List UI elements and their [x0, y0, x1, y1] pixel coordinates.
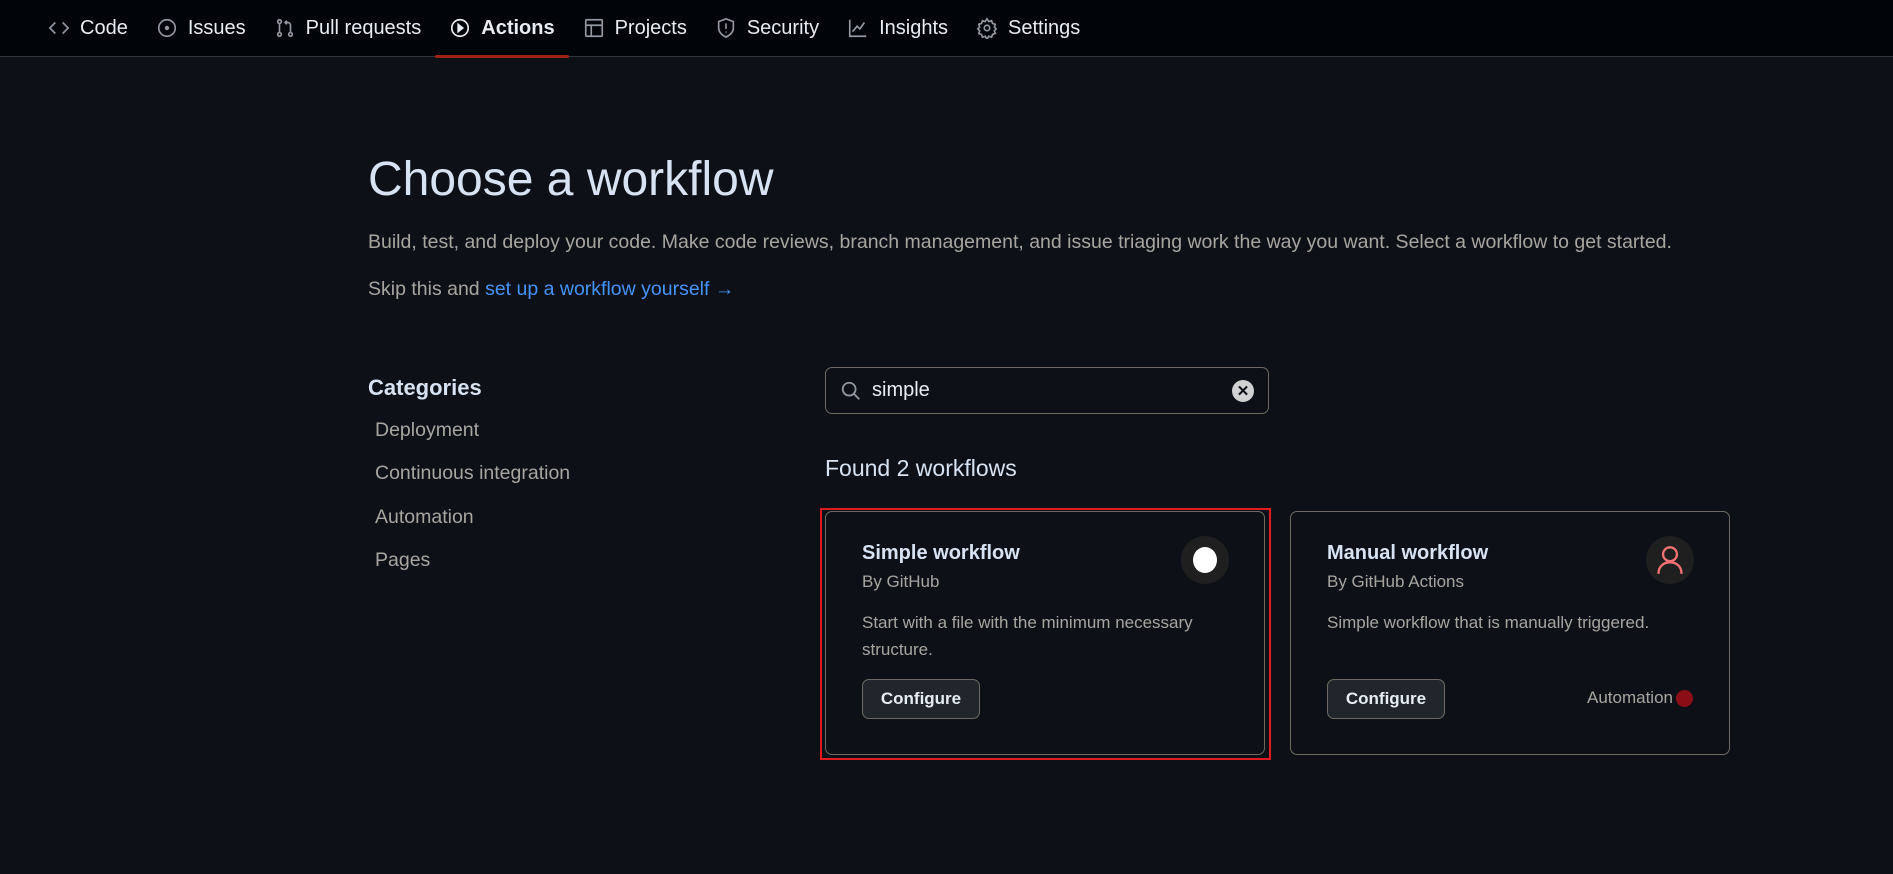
tab-label: Settings: [1008, 16, 1081, 39]
workflow-author: By GitHub: [862, 572, 940, 591]
tab-insights[interactable]: Insights: [833, 0, 962, 57]
tab-label: Actions: [481, 16, 555, 39]
tab-settings[interactable]: Settings: [962, 0, 1094, 57]
issue-icon: [157, 18, 176, 38]
page-title: Choose a workflow: [368, 153, 774, 206]
code-icon: [48, 21, 70, 35]
white-circle-icon: [1193, 547, 1217, 573]
workflow-card-simple: Simple workflow By GitHub Start with a f…: [825, 511, 1265, 755]
search-input[interactable]: [872, 379, 1222, 402]
tab-label: Insights: [879, 16, 949, 39]
skip-text: Skip this and set up a workflow yourself…: [368, 278, 734, 301]
category-pages[interactable]: Pages: [375, 549, 430, 572]
workflow-search: ✕: [825, 367, 1269, 414]
results-summary: Found 2 workflows: [825, 455, 1017, 481]
table-icon: [584, 18, 603, 38]
tab-label: Code: [80, 16, 128, 39]
pull-request-icon: [276, 18, 293, 38]
tab-actions[interactable]: Actions: [435, 0, 569, 58]
page-description: Build, test, and deploy your code. Make …: [368, 231, 1672, 253]
workflow-title[interactable]: Simple workflow: [862, 542, 1020, 565]
tab-label: Issues: [187, 16, 246, 39]
tab-label: Security: [746, 16, 820, 39]
repo-nav: Code Issues Pull requests Actions Projec…: [0, 0, 1893, 58]
configure-button[interactable]: Configure: [862, 679, 980, 719]
category-color-dot: [1676, 690, 1693, 707]
category-deployment[interactable]: Deployment: [375, 419, 479, 442]
workflow-title[interactable]: Manual workflow: [1327, 542, 1488, 565]
person-icon: [1657, 546, 1683, 574]
tab-code[interactable]: Code: [34, 0, 142, 57]
workflow-icon: [1181, 536, 1229, 584]
tab-pull-requests[interactable]: Pull requests: [260, 0, 436, 57]
category-continuous-integration[interactable]: Continuous integration: [375, 462, 570, 485]
tab-label: Projects: [614, 16, 687, 39]
tab-label: Pull requests: [305, 16, 422, 39]
category-automation[interactable]: Automation: [375, 506, 474, 529]
shield-icon: [717, 17, 735, 39]
tab-issues[interactable]: Issues: [142, 0, 260, 57]
workflow-category: Automation: [1587, 688, 1673, 707]
tab-projects[interactable]: Projects: [569, 0, 701, 57]
graph-icon: [849, 19, 867, 38]
gear-icon: [976, 17, 998, 39]
workflow-icon: [1646, 536, 1694, 584]
configure-button[interactable]: Configure: [1327, 679, 1445, 719]
skip-prefix: Skip this and: [368, 278, 486, 300]
workflow-author: By GitHub Actions: [1327, 572, 1465, 591]
categories-heading: Categories: [368, 375, 482, 400]
x-circle-icon[interactable]: ✕: [1232, 379, 1254, 402]
play-icon: [451, 18, 470, 38]
search-icon: [841, 381, 860, 400]
tab-security[interactable]: Security: [701, 0, 833, 57]
workflow-description: Simple workflow that is manually trigger…: [1327, 613, 1650, 632]
workflow-description: Start with a file with the minimum neces…: [862, 613, 1193, 659]
setup-workflow-yourself-link[interactable]: set up a workflow yourself →: [485, 278, 734, 300]
workflow-card-manual: Manual workflow By GitHub Actions Simple…: [1290, 511, 1730, 755]
